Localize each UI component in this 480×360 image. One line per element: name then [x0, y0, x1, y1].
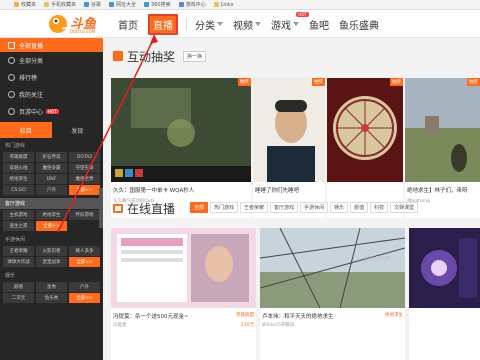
annotation-arrow: [57, 34, 158, 233]
